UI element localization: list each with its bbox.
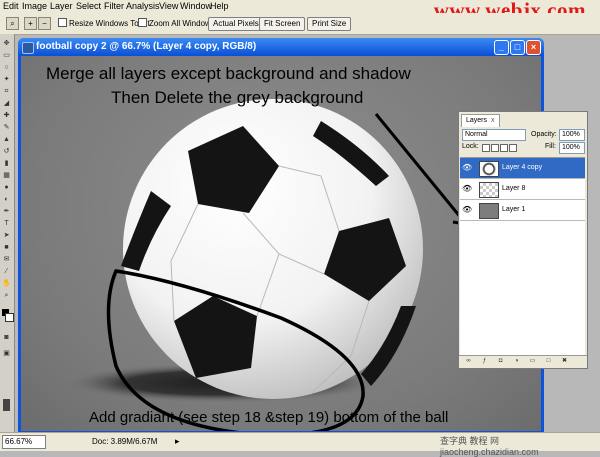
path-select-icon[interactable]: ➤ [2,232,11,240]
layer-row[interactable]: 👁 Layer 1 [460,200,585,221]
layers-tab[interactable]: Layers x [461,114,500,127]
zoom-all-label: Zoom All Windows [149,19,215,28]
new-layer-icon[interactable]: □ [545,358,552,365]
menu-analysis[interactable]: Analysis [126,1,160,11]
blur-tool-icon[interactable]: ● [2,184,11,192]
pen-tool-icon[interactable]: ✒ [2,208,11,216]
eye-icon[interactable]: 👁 [462,163,472,172]
layer-mask-icon[interactable]: ◘ [497,358,504,365]
close-tab-icon[interactable]: x [491,117,495,124]
instruction-line-1: Merge all layers except background and s… [46,64,411,83]
title-bar[interactable]: football copy 2 @ 66.7% (Layer 4 copy, R… [18,38,544,56]
lasso-tool-icon[interactable]: ○ [2,64,11,72]
tool-icon[interactable] [3,399,10,411]
background-color-swatch[interactable] [5,313,14,322]
minimize-button[interactable]: _ [494,40,509,55]
eye-icon[interactable]: 👁 [462,184,472,193]
menu-select[interactable]: Select [76,1,101,11]
eye-icon[interactable]: 👁 [462,205,472,214]
eraser-tool-icon[interactable]: ▮ [2,160,11,168]
opacity-input[interactable]: 100% [559,129,585,141]
layer-thumbnail [479,203,499,219]
checkbox-icon[interactable] [58,18,67,27]
screen-mode-icon[interactable]: ▣ [2,350,11,358]
checkbox-icon[interactable] [138,18,147,27]
resize-windows-checkbox[interactable]: Resize Windows To Fit [58,18,150,28]
document-title: football copy 2 @ 66.7% (Layer 4 copy, R… [36,41,257,52]
layers-panel: Layers x Normal Opacity: 100% Lock: Fill:… [458,111,588,369]
lock-label: Lock: [462,143,479,150]
zoom-icon[interactable]: ⌕ [2,292,11,300]
close-button[interactable]: × [526,40,541,55]
quick-mask-icon[interactable]: ◙ [2,334,11,342]
notes-tool-icon[interactable]: ✉ [2,256,11,264]
lock-all-icon[interactable] [509,144,517,152]
delete-layer-icon[interactable]: ✖ [561,358,568,365]
instruction-bottom: Add gradiant (see step 18 &step 19) bott… [89,409,449,426]
fill-input[interactable]: 100% [559,142,585,154]
photoshop-doc-icon [22,42,34,54]
menu-view[interactable]: View [159,1,178,11]
dodge-tool-icon[interactable]: ◐ [2,196,11,204]
eyedropper-tool-icon[interactable]: ⁄ [2,268,11,276]
zoom-all-checkbox[interactable]: Zoom All Windows [138,18,215,28]
menu-help[interactable]: Help [210,1,229,11]
layer-thumbnail [479,161,499,177]
layer-name: Layer 1 [502,206,526,213]
status-bar: 66.67% Doc: 3.89M/6.67M ▸ 查字典 教程 网 jiaoc… [0,432,600,457]
crop-tool-icon[interactable]: ⌗ [2,88,11,96]
slice-tool-icon[interactable]: ◢ [2,100,11,108]
healing-tool-icon[interactable]: ✚ [2,112,11,120]
shape-tool-icon[interactable]: ■ [2,244,11,252]
lock-transparency-icon[interactable] [482,144,490,152]
layer-row[interactable]: 👁 Layer 4 copy [460,158,585,179]
brush-tool-icon[interactable]: ✎ [2,124,11,132]
menu-window[interactable]: Window [180,1,212,11]
menu-layer[interactable]: Layer [50,1,73,11]
magic-wand-icon[interactable]: ✦ [2,76,11,84]
layer-list: 👁 Layer 4 copy 👁 Layer 8 👁 Layer 1 [460,157,585,355]
stamp-tool-icon[interactable]: ▲ [2,136,11,144]
lock-pixels-icon[interactable] [491,144,499,152]
layer-name: Layer 4 copy [502,164,543,171]
layer-style-icon[interactable]: ƒ [481,358,488,365]
zoom-in-icon[interactable]: + [24,17,37,30]
zoom-tool-icon[interactable]: ⌕ [6,17,19,30]
instruction-line-2: Then Delete the grey background [111,88,364,107]
type-tool-icon[interactable]: T [2,220,11,228]
doc-size-info: Doc: 3.89M/6.67M [92,437,158,446]
status-arrow-icon[interactable]: ▸ [175,436,180,447]
gradient-tool-icon[interactable]: ▦ [2,172,11,180]
marquee-tool-icon[interactable]: ▭ [2,52,11,60]
layer-row[interactable]: 👁 Layer 8 [460,179,585,200]
footer-watermark: 查字典 教程 网 jiaocheng.chazidian.com [440,436,539,457]
layers-tab-label: Layers [466,117,488,124]
opacity-label: Opacity: [531,131,557,138]
hand-tool-icon[interactable]: ✋ [2,280,11,288]
zoom-out-icon[interactable]: − [38,17,51,30]
actual-pixels-button[interactable]: Actual Pixels [208,17,264,31]
options-bar: ⌕ + − Resize Windows To Fit Zoom All Win… [0,13,600,35]
layer-name: Layer 8 [502,185,526,192]
fill-label: Fill: [545,143,556,150]
link-layers-icon[interactable]: ∞ [465,358,472,365]
toolbox: ✥ ▭ ○ ✦ ⌗ ◢ ✚ ✎ ▲ ↺ ▮ ▦ ● ◐ ✒ T ➤ ■ ✉ ⁄ … [0,34,15,434]
maximize-button[interactable]: □ [510,40,525,55]
new-group-icon[interactable]: ▭ [529,358,536,365]
menu-image[interactable]: Image [22,1,47,11]
menu-edit[interactable]: Edit [3,1,19,11]
print-size-button[interactable]: Print Size [307,17,352,31]
move-tool-icon[interactable]: ✥ [2,40,11,48]
zoom-level-input[interactable]: 66.67% [2,435,46,449]
lock-position-icon[interactable] [500,144,508,152]
adjustment-layer-icon[interactable]: ◑ [513,358,520,365]
history-brush-icon[interactable]: ↺ [2,148,11,156]
blend-mode-select[interactable]: Normal [462,129,526,141]
fit-screen-button[interactable]: Fit Screen [259,17,306,31]
layer-thumbnail [479,182,499,198]
menu-filter[interactable]: Filter [104,1,124,11]
layers-panel-footer: ∞ ƒ ◘ ◑ ▭ □ ✖ [459,355,587,368]
